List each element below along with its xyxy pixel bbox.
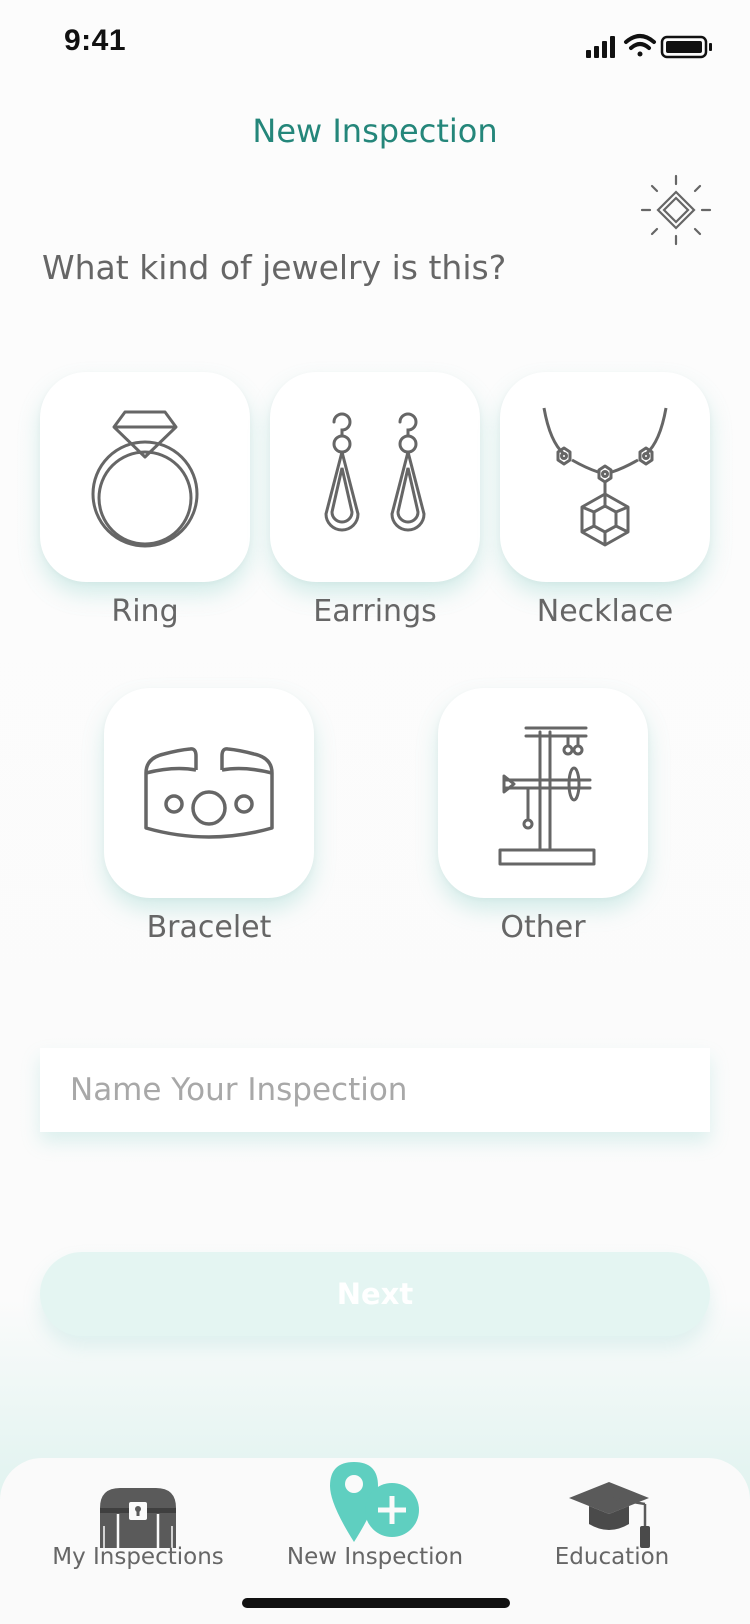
home-indicator xyxy=(242,1598,510,1608)
category-earrings-tile[interactable] xyxy=(270,372,480,582)
inspection-name-input[interactable] xyxy=(40,1048,710,1132)
category-necklace-tile[interactable] xyxy=(500,372,710,582)
bracelet-icon xyxy=(144,747,274,839)
tab-education[interactable]: Education xyxy=(487,1458,737,1598)
diamond-sparkle-button[interactable] xyxy=(636,172,716,252)
cellular-signal-icon xyxy=(586,36,615,58)
earrings-icon xyxy=(324,412,426,532)
ring-icon xyxy=(91,410,199,548)
tab-my-inspections-label: My Inspections xyxy=(52,1544,224,1570)
new-inspection-screen: 9:41 New Inspection What kind of jewelry… xyxy=(0,0,750,1624)
battery-icon xyxy=(660,35,712,59)
category-earrings-label: Earrings xyxy=(313,594,437,629)
category-other-tile[interactable] xyxy=(438,688,648,898)
tab-my-inspections[interactable]: My Inspections xyxy=(13,1458,263,1598)
jewelry-type-question: What kind of jewelry is this? xyxy=(42,248,507,287)
tab-education-label: Education xyxy=(554,1544,670,1570)
category-ring-tile[interactable] xyxy=(40,372,250,582)
category-necklace-label: Necklace xyxy=(536,594,674,629)
graduation-cap-icon xyxy=(569,1482,650,1548)
category-ring-label: Ring xyxy=(111,594,179,629)
new-inspection-pin-icon xyxy=(330,1462,419,1542)
tab-new-inspection-label: New Inspection xyxy=(286,1544,464,1570)
tab-new-inspection[interactable]: New Inspection xyxy=(250,1458,500,1598)
jewelry-stand-icon xyxy=(498,726,596,866)
category-bracelet-label: Bracelet xyxy=(146,910,272,945)
diamond-sparkle-icon xyxy=(640,174,712,246)
status-time: 9:41 xyxy=(64,24,127,57)
next-button[interactable]: Next xyxy=(40,1252,710,1336)
wifi-icon xyxy=(624,34,656,57)
page-title: New Inspection xyxy=(252,112,498,150)
treasure-chest-icon xyxy=(100,1488,176,1548)
category-other-label: Other xyxy=(500,910,586,945)
category-bracelet-tile[interactable] xyxy=(104,688,314,898)
status-icons xyxy=(586,34,712,59)
necklace-icon xyxy=(542,407,668,547)
